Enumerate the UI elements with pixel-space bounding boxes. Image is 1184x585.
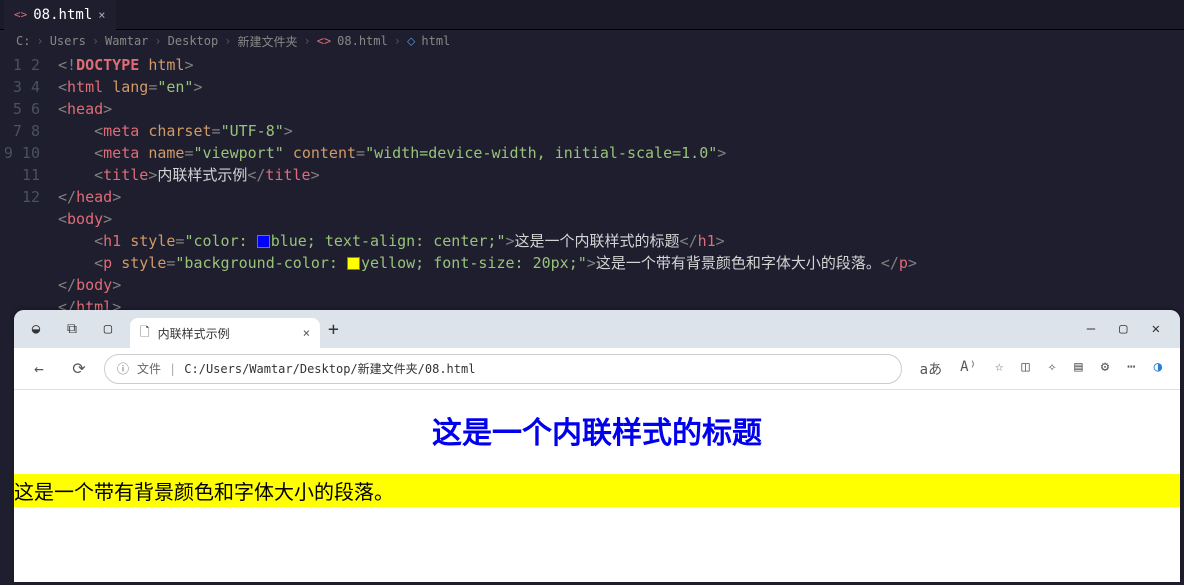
breadcrumb-part[interactable]: Wamtar <box>105 34 148 48</box>
breadcrumb-part[interactable]: 新建文件夹 <box>237 33 297 50</box>
page-paragraph: 这是一个带有背景颜色和字体大小的段落。 <box>14 474 1180 507</box>
browser-tab-strip: ◒ ⧉ ▢ 🗋 内联样式示例 × + — ▢ ✕ <box>14 310 1180 348</box>
new-tab-button[interactable]: + <box>328 319 339 340</box>
code-editor[interactable]: 1 2 3 4 5 6 7 8 9 10 11 12 <!DOCTYPE htm… <box>0 52 1184 318</box>
back-button[interactable]: ← <box>24 359 54 378</box>
close-icon[interactable]: × <box>303 326 310 340</box>
browser-tab[interactable]: 🗋 内联样式示例 × <box>130 318 320 348</box>
more-icon[interactable]: ⋯ <box>1127 359 1135 379</box>
element-icon: ⬦ <box>407 34 415 49</box>
rendered-page: 这是一个内联样式的标题 这是一个带有背景颜色和字体大小的段落。 <box>14 390 1180 507</box>
refresh-button[interactable]: ⟳ <box>64 359 94 378</box>
window-controls: — ▢ ✕ <box>1087 321 1172 337</box>
editor-tab-bar: <> 08.html × <box>0 0 1184 30</box>
address-bar[interactable]: ⓘ 文件 | C:/Users/Wamtar/Desktop/新建文件夹/08.… <box>104 354 902 384</box>
collections-icon[interactable]: ✧ <box>1048 359 1056 379</box>
extensions-icon[interactable]: ⚙ <box>1101 359 1109 379</box>
breadcrumb[interactable]: C:› Users› Wamtar› Desktop› 新建文件夹› <> 08… <box>0 30 1184 52</box>
site-info-icon[interactable]: ⓘ <box>117 360 129 377</box>
copilot-icon[interactable]: ◑ <box>1154 359 1162 379</box>
url-path: C:/Users/Wamtar/Desktop/新建文件夹/08.html <box>184 360 475 377</box>
url-scheme: 文件 <box>137 360 161 377</box>
profile-icon[interactable]: ◒ <box>22 315 50 343</box>
html-file-icon: <> <box>317 34 331 48</box>
editor-tab[interactable]: <> 08.html × <box>4 0 116 30</box>
html-file-icon: <> <box>14 8 27 21</box>
vscode-editor-pane: <> 08.html × C:› Users› Wamtar› Desktop›… <box>0 0 1184 310</box>
split-screen-icon[interactable]: ◫ <box>1021 359 1029 379</box>
workspaces-icon[interactable]: ⧉ <box>58 315 86 343</box>
tab-actions-icon[interactable]: ▢ <box>94 315 122 343</box>
tab-filename: 08.html <box>33 7 92 23</box>
breadcrumb-part[interactable]: 08.html <box>337 34 388 48</box>
translate-icon[interactable]: aあ <box>920 359 942 379</box>
browser-tab-title: 内联样式示例 <box>158 325 230 342</box>
breadcrumb-part[interactable]: C: <box>16 34 30 48</box>
close-icon[interactable]: × <box>98 8 105 22</box>
breadcrumb-part[interactable]: html <box>421 34 450 48</box>
minimize-icon[interactable]: — <box>1087 321 1095 337</box>
read-aloud-icon[interactable]: A⁾ <box>960 359 977 379</box>
maximize-icon[interactable]: ▢ <box>1119 321 1127 337</box>
line-numbers: 1 2 3 4 5 6 7 8 9 10 11 12 <box>0 54 58 318</box>
page-icon: 🗋 <box>140 323 150 344</box>
breadcrumb-part[interactable]: Users <box>50 34 86 48</box>
browser-toolbar: ← ⟳ ⓘ 文件 | C:/Users/Wamtar/Desktop/新建文件夹… <box>14 348 1180 390</box>
page-title: 这是一个内联样式的标题 <box>14 408 1180 452</box>
breadcrumb-part[interactable]: Desktop <box>168 34 219 48</box>
browser-window: ◒ ⧉ ▢ 🗋 内联样式示例 × + — ▢ ✕ ← ⟳ ⓘ 文件 | C:/U… <box>14 310 1180 582</box>
favorite-icon[interactable]: ☆ <box>995 359 1003 379</box>
toolbar-actions: aあ A⁾ ☆ ◫ ✧ ▤ ⚙ ⋯ ◑ <box>912 359 1170 379</box>
browser-essentials-icon[interactable]: ▤ <box>1074 359 1082 379</box>
code-content[interactable]: <!DOCTYPE html> <html lang="en"> <head> … <box>58 54 1184 318</box>
close-icon[interactable]: ✕ <box>1152 321 1160 337</box>
